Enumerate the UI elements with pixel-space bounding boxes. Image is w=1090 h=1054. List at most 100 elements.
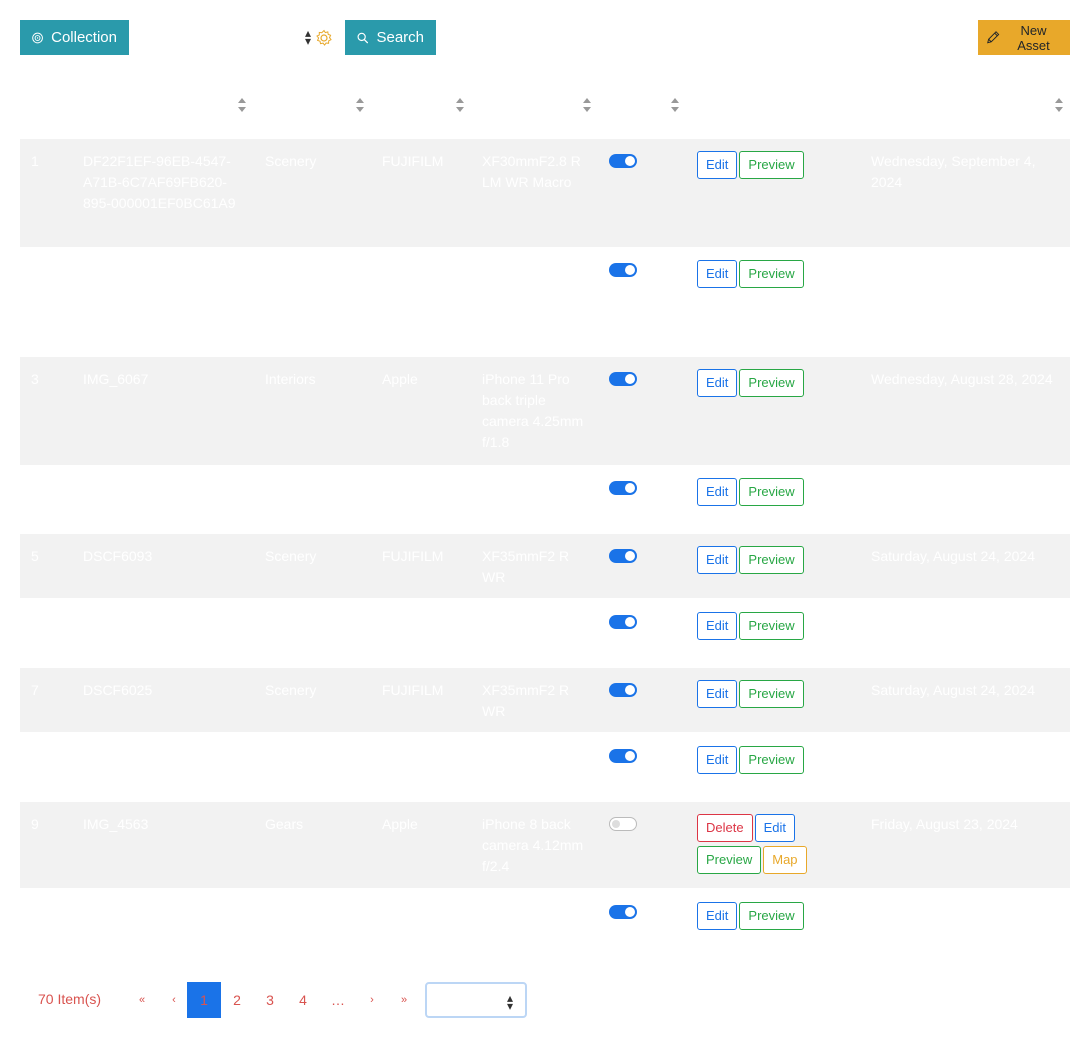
publish-toggle[interactable]	[609, 549, 637, 563]
preview-button[interactable]: Preview	[739, 546, 804, 574]
table-row: Edit Preview	[20, 734, 1070, 800]
preview-button[interactable]: Preview	[739, 746, 804, 774]
search-button[interactable]: Search	[345, 20, 436, 55]
date: Friday, August 23, 2024	[871, 816, 1018, 832]
preview-button[interactable]: Preview	[739, 478, 804, 506]
page-button-1[interactable]: 1	[187, 982, 221, 1018]
asset-name: DSCF6025	[83, 682, 153, 698]
map-button[interactable]: Map	[763, 846, 807, 874]
delete-button[interactable]: Delete	[697, 814, 753, 842]
table-row: Edit Preview	[20, 890, 1070, 944]
row-actions: Edit Preview	[697, 546, 817, 578]
table-header	[20, 85, 1070, 125]
row-actions: Edit Preview	[697, 260, 817, 292]
lens-model: XF35mmF2 R WR	[482, 682, 570, 719]
preview-button[interactable]: Preview	[739, 612, 804, 640]
date: Saturday, August 24, 2024	[871, 682, 1035, 698]
new-asset-label: New Asset	[1017, 22, 1050, 53]
edit-button[interactable]: Edit	[697, 151, 738, 179]
camera-make: FUJIFILM	[382, 682, 444, 698]
table-row: Edit Preview	[20, 600, 1070, 666]
table-row: 1 DF22F1EF-96EB-4547-A71B-6C7AF69FB620-89…	[20, 139, 1070, 247]
publish-toggle[interactable]	[609, 481, 637, 495]
row-actions: Delete Edit Preview Map	[697, 814, 817, 878]
sort-icon[interactable]	[582, 98, 592, 112]
table-row: 9 IMG_4563 Gears Apple iPhone 8 back camera …	[20, 802, 1070, 888]
item-count: 70 Item(s)	[38, 991, 102, 1007]
publish-toggle[interactable]	[609, 263, 637, 277]
table-row: Edit Preview	[20, 248, 1070, 356]
date: Wednesday, September 4, 2024	[871, 153, 1036, 190]
edit-button[interactable]: Edit	[697, 746, 738, 774]
publish-toggle[interactable]	[609, 749, 637, 763]
table-row: 5 DSCF6093 Scenery FUJIFILM XF35mmF2 R WR Sat…	[20, 534, 1070, 598]
preview-button[interactable]: Preview	[739, 260, 804, 288]
asset-name: DF22F1EF-96EB-4547-A71B-6C7AF69FB620-895…	[83, 153, 236, 211]
edit-button[interactable]: Edit	[697, 478, 738, 506]
target-icon	[32, 32, 43, 43]
publish-toggle[interactable]	[609, 683, 637, 697]
select-caret-icon: ▴ ▾	[506, 991, 513, 1013]
search-icon	[357, 32, 369, 43]
edit-button[interactable]: Edit	[754, 814, 795, 842]
edit-button[interactable]: Edit	[697, 612, 738, 640]
category: Scenery	[265, 153, 317, 169]
preview-button[interactable]: Preview	[739, 369, 804, 397]
asset-name: IMG_4563	[83, 816, 149, 832]
row-number: 5	[31, 548, 39, 564]
sort-icon[interactable]	[355, 98, 365, 112]
sort-icon[interactable]	[670, 98, 680, 112]
lens-model: iPhone 11 Pro back triple camera 4.25mm …	[482, 371, 584, 450]
preview-button[interactable]: Preview	[739, 902, 804, 930]
new-asset-button[interactable]: New Asset	[978, 20, 1070, 55]
sort-icon[interactable]	[237, 98, 247, 112]
row-actions: Edit Preview	[697, 612, 817, 644]
prev-page-button[interactable]: ‹	[166, 982, 182, 1018]
page-button-3[interactable]: 3	[260, 982, 280, 1018]
pencil-icon	[987, 31, 1000, 44]
preview-button[interactable]: Preview	[697, 846, 762, 874]
table-row: 7 DSCF6025 Scenery FUJIFILM XF35mmF2 R WR Sat…	[20, 668, 1070, 732]
pagination: 70 Item(s) « ‹ 1 2 3 4 … › » ▴ ▾	[38, 982, 538, 1018]
collection-select[interactable]: ▴ ▾	[149, 20, 317, 55]
page-size-select[interactable]: ▴ ▾	[425, 982, 527, 1018]
row-actions: Edit Preview	[697, 478, 817, 510]
publish-toggle[interactable]	[609, 905, 637, 919]
next-page-button[interactable]: ›	[364, 982, 380, 1018]
publish-toggle[interactable]	[609, 615, 637, 629]
first-page-button[interactable]: «	[134, 982, 150, 1018]
sort-icon[interactable]	[455, 98, 465, 112]
asset-name: DSCF6093	[83, 548, 153, 564]
row-number: 1	[31, 153, 39, 169]
edit-button[interactable]: Edit	[697, 546, 738, 574]
edit-button[interactable]: Edit	[697, 260, 738, 288]
lens-model: XF30mmF2.8 R LM WR Macro	[482, 153, 581, 190]
edit-button[interactable]: Edit	[697, 902, 738, 930]
page-button-4[interactable]: 4	[293, 982, 313, 1018]
category: Scenery	[265, 548, 317, 564]
publish-toggle[interactable]	[609, 372, 637, 386]
camera-make: Apple	[382, 371, 418, 387]
preview-button[interactable]: Preview	[739, 151, 804, 179]
date: Saturday, August 24, 2024	[871, 548, 1035, 564]
row-actions: Edit Preview	[697, 369, 817, 401]
lens-model: XF35mmF2 R WR	[482, 548, 570, 585]
edit-button[interactable]: Edit	[697, 369, 738, 397]
preview-button[interactable]: Preview	[739, 680, 804, 708]
edit-button[interactable]: Edit	[697, 680, 738, 708]
publish-toggle[interactable]	[609, 154, 637, 168]
camera-make: FUJIFILM	[382, 548, 444, 564]
select-caret-icon: ▴ ▾	[304, 26, 311, 48]
row-actions: Edit Preview	[697, 746, 817, 778]
last-page-button[interactable]: »	[396, 982, 412, 1018]
collection-button[interactable]: Collection	[20, 20, 129, 55]
row-number: 7	[31, 682, 39, 698]
camera-make: Apple	[382, 816, 418, 832]
lens-model: iPhone 8 back camera 4.12mm f/2.4	[482, 816, 584, 874]
gear-icon[interactable]	[314, 28, 334, 48]
sort-icon[interactable]	[1054, 98, 1064, 112]
category: Gears	[265, 816, 304, 832]
row-actions: Edit Preview	[697, 680, 817, 712]
publish-toggle[interactable]	[609, 817, 637, 831]
page-button-2[interactable]: 2	[227, 982, 247, 1018]
